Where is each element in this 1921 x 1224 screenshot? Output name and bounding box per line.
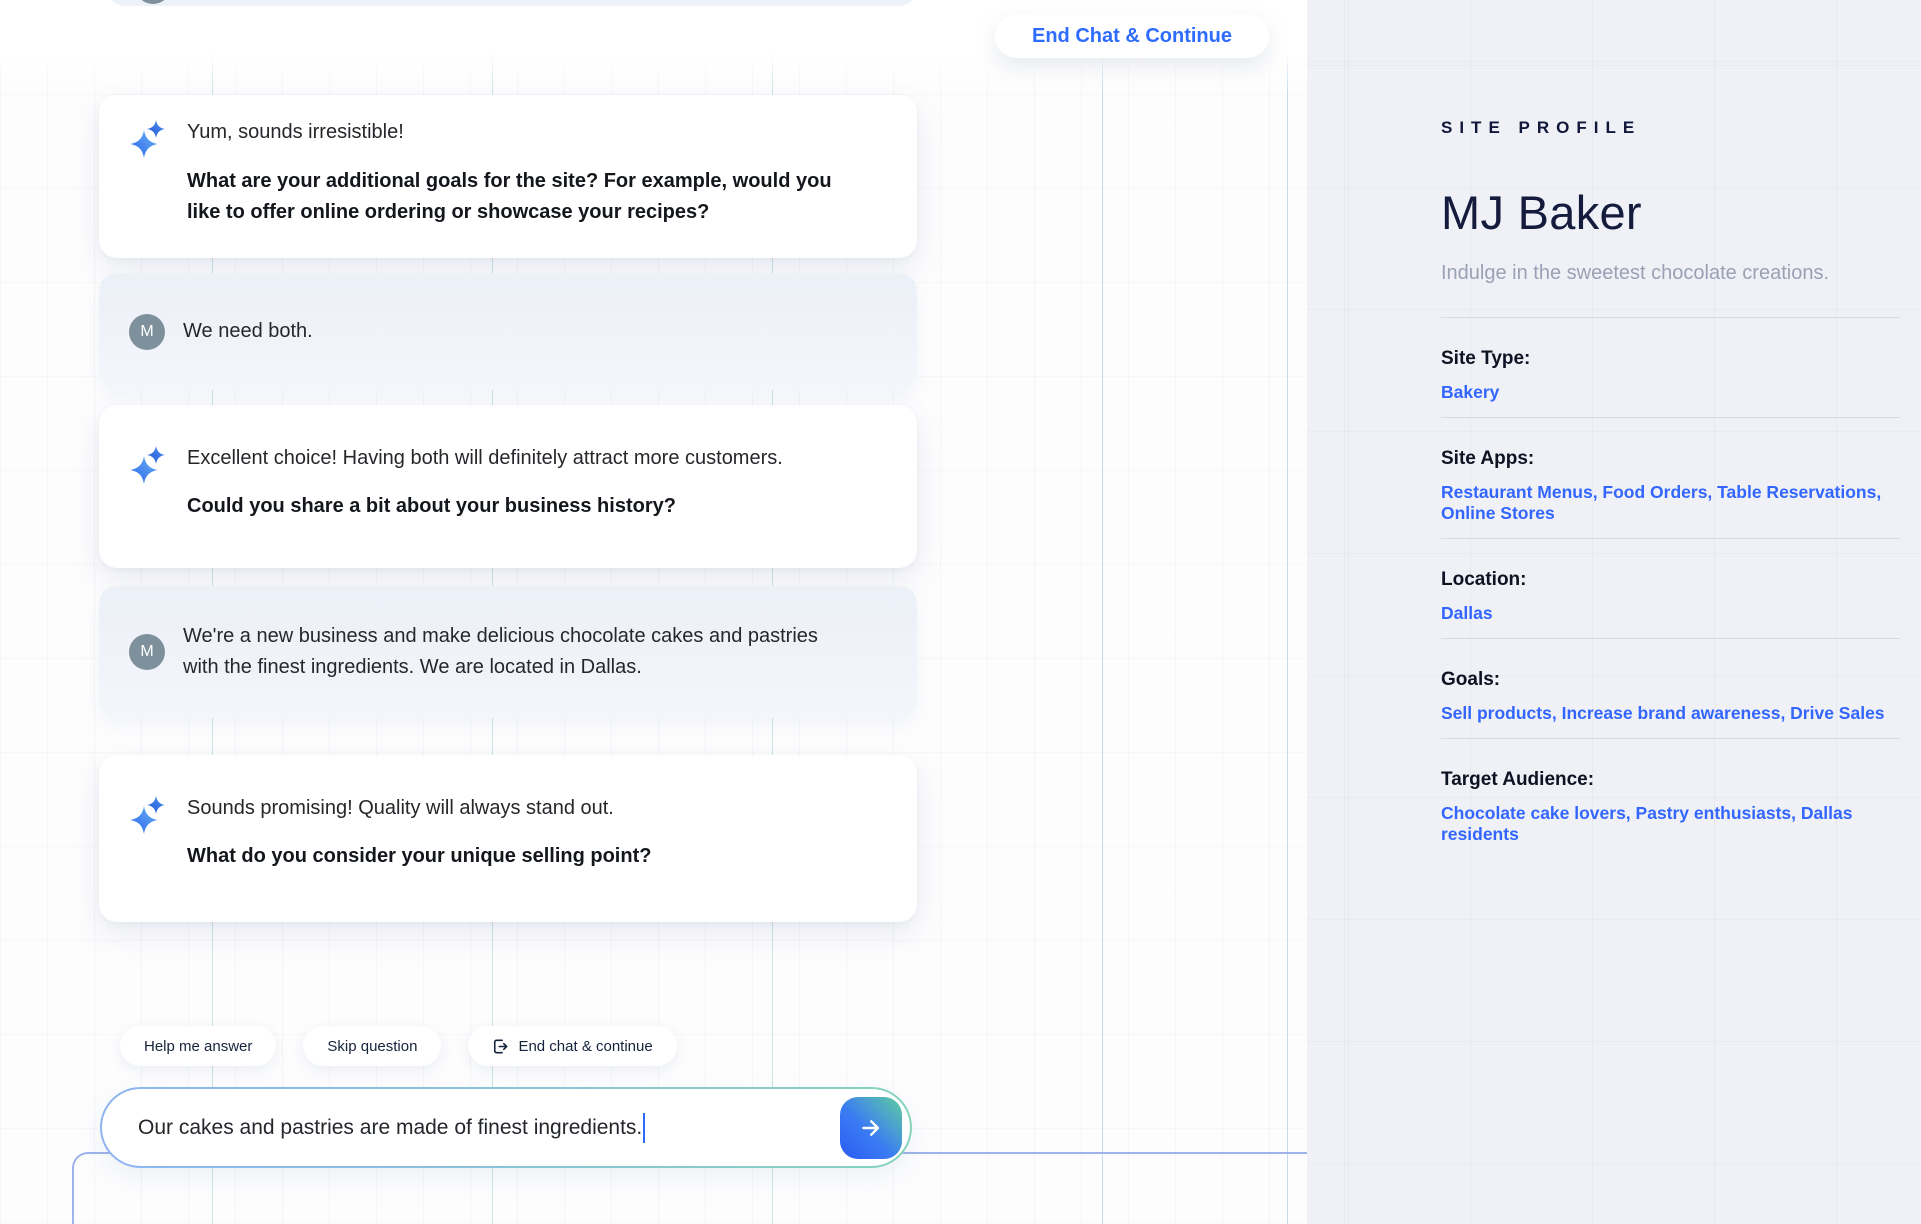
user-message: M We're a new business and make deliciou… xyxy=(99,586,917,718)
assistant-intro-text: Sounds promising! Quality will always st… xyxy=(187,795,869,821)
site-tagline: Indulge in the sweetest chocolate creati… xyxy=(1441,262,1900,285)
site-type-value[interactable]: Bakery xyxy=(1441,382,1900,403)
end-chat-continue-label: End chat & continue xyxy=(518,1038,652,1055)
assistant-message: Sounds promising! Quality will always st… xyxy=(99,755,917,922)
quick-actions-bar: Help me answer Skip question End chat & … xyxy=(120,1026,677,1066)
site-profile-panel: SITE PROFILE MJ Baker Indulge in the swe… xyxy=(1307,0,1921,1224)
site-apps-section: Site Apps: Restaurant Menus, Food Orders… xyxy=(1441,418,1900,539)
chat-input[interactable]: Our cakes and pastries are made of fines… xyxy=(102,1089,910,1166)
assistant-question-text: What do you consider your unique selling… xyxy=(187,841,847,872)
user-message-text: We're a new business and make delicious … xyxy=(183,621,843,683)
exit-icon xyxy=(492,1038,509,1055)
goals-label: Goals: xyxy=(1441,669,1900,691)
user-message: M We need both. xyxy=(99,273,917,390)
help-me-answer-label: Help me answer xyxy=(144,1038,252,1055)
site-apps-label: Site Apps: xyxy=(1441,448,1900,470)
avatar: M xyxy=(129,314,165,350)
assistant-question-text: Could you share a bit about your busines… xyxy=(187,491,847,522)
assistant-intro-text: Yum, sounds irresistible! xyxy=(187,119,869,145)
text-caret xyxy=(643,1113,645,1143)
previous-message-bubble-cutoff xyxy=(107,0,917,6)
grid-accent-line xyxy=(1102,0,1103,1224)
chat-input-container: Our cakes and pastries are made of fines… xyxy=(100,1087,912,1168)
skip-question-chip[interactable]: Skip question xyxy=(303,1026,441,1066)
ai-sparkle-icon xyxy=(129,795,169,835)
target-audience-label: Target Audience: xyxy=(1441,769,1900,791)
arrow-right-icon xyxy=(858,1115,884,1141)
user-message-text: We need both. xyxy=(183,316,313,347)
location-section: Location: Dallas xyxy=(1441,539,1900,639)
site-type-label: Site Type: xyxy=(1441,348,1900,370)
target-audience-section: Target Audience: Chocolate cake lovers, … xyxy=(1441,739,1900,859)
end-chat-continue-chip[interactable]: End chat & continue xyxy=(468,1026,676,1066)
ai-sparkle-icon xyxy=(129,445,169,485)
help-me-answer-chip[interactable]: Help me answer xyxy=(120,1026,276,1066)
assistant-intro-text: Excellent choice! Having both will defin… xyxy=(187,445,869,471)
site-name: MJ Baker xyxy=(1441,185,1900,240)
site-type-section: Site Type: Bakery xyxy=(1441,318,1900,418)
site-apps-value[interactable]: Restaurant Menus, Food Orders, Table Res… xyxy=(1441,482,1900,524)
location-value[interactable]: Dallas xyxy=(1441,603,1900,624)
location-label: Location: xyxy=(1441,569,1900,591)
site-profile-heading: SITE PROFILE xyxy=(1441,118,1900,138)
grid-accent-line xyxy=(1287,0,1288,1224)
assistant-message: Excellent choice! Having both will defin… xyxy=(99,405,917,568)
skip-question-label: Skip question xyxy=(327,1038,417,1055)
assistant-message: Yum, sounds irresistible! What are your … xyxy=(99,95,917,258)
end-chat-continue-button[interactable]: End Chat & Continue xyxy=(995,15,1269,58)
chat-input-value: Our cakes and pastries are made of fines… xyxy=(138,1116,642,1140)
target-audience-value[interactable]: Chocolate cake lovers, Pastry enthusiast… xyxy=(1441,803,1900,845)
goals-value[interactable]: Sell products, Increase brand awareness,… xyxy=(1441,703,1900,724)
ai-sparkle-icon xyxy=(129,119,169,159)
assistant-question-text: What are your additional goals for the s… xyxy=(187,166,847,228)
send-button[interactable] xyxy=(840,1097,902,1159)
goals-section: Goals: Sell products, Increase brand awa… xyxy=(1441,639,1900,739)
avatar: M xyxy=(129,634,165,670)
